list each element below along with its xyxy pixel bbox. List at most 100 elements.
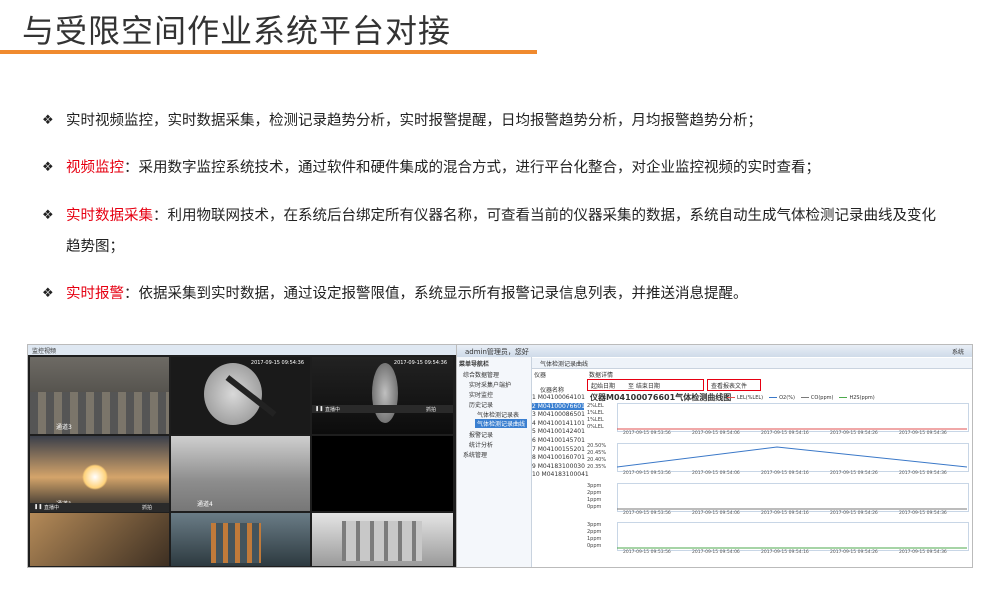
end-date-input[interactable]: 至 结束日期 <box>628 381 660 390</box>
query-button-box[interactable]: 查看报表文件 <box>707 379 761 391</box>
y-tick-label: 2%LEL <box>587 403 604 409</box>
y-tick-label: 0%LEL <box>587 424 604 430</box>
video-controls-left[interactable]: ❚❚ 直播中 抓拍 <box>30 503 169 512</box>
video-controls-right[interactable]: ❚❚ 直播中 抓拍 <box>312 405 453 413</box>
date-filter-box[interactable]: 起始日期 至 结束日期 <box>587 379 704 391</box>
query-button[interactable]: 查看报表文件 <box>711 381 747 390</box>
x-tick-label: 2017-09-15 09:54:26 <box>830 550 878 555</box>
system-menu[interactable]: 系统 <box>952 347 964 356</box>
legend-entry: O2(%) <box>769 395 795 401</box>
tree-item[interactable]: 实时监控 <box>469 390 493 399</box>
x-tick-label: 2017-09-15 09:54:36 <box>899 550 947 555</box>
tree-item[interactable]: 系统管理 <box>463 450 487 459</box>
x-tick-label: 2017-09-15 09:54:26 <box>830 511 878 516</box>
y-tick-label: 3ppm <box>587 522 602 528</box>
x-tick-label: 2017-09-15 09:53:56 <box>623 471 671 476</box>
legend-entry: LEL(%LEL) <box>727 395 763 401</box>
tab-gas-curve[interactable]: 气体检测记录曲线 <box>540 359 588 368</box>
device-row[interactable]: 5 M04100142401 <box>532 428 585 435</box>
camera-cell[interactable] <box>171 513 310 566</box>
camera-cell[interactable]: 2017-09-15 09:54:36 <box>312 357 453 434</box>
device-list: 仪器名称 1 M04100064101 2 M04100076601 3 M0410… <box>532 385 589 580</box>
tree-item[interactable]: 综合数据管理 <box>463 370 499 379</box>
y-tick-label: 20.50% <box>587 443 607 449</box>
snapshot-button[interactable]: 抓拍 <box>142 504 152 511</box>
camera-cell[interactable]: 通道1 <box>30 436 169 511</box>
series-path <box>617 446 967 468</box>
camera-cell[interactable]: 通道4 <box>171 436 310 511</box>
tree-item-selected[interactable]: 气体检测记录曲线 <box>475 419 528 428</box>
software-screenshot: admin管理员，您好 系统 菜单导航栏 综合数据管理 实时采集户端护 实时监控… <box>456 344 973 568</box>
sensor-series-line <box>617 428 967 430</box>
slide-title: 与受限空间作业系统平台对接 <box>22 12 452 50</box>
camera-cell[interactable]: 通道3 <box>30 357 169 434</box>
y-tick-label: 2ppm <box>587 529 602 535</box>
user-greeting: admin管理员，您好 <box>465 348 529 356</box>
x-tick-label: 2017-09-15 09:53:56 <box>623 550 671 555</box>
x-tick-label: 2017-09-15 09:54:06 <box>692 511 740 516</box>
snapshot-button[interactable]: 抓拍 <box>426 406 436 413</box>
diamond-bullet-icon: ❖ <box>42 113 54 128</box>
x-tick-label: 2017-09-15 09:54:36 <box>899 471 947 476</box>
y-tick-label: 0ppm <box>587 504 602 510</box>
y-tick-label: 3ppm <box>587 483 602 489</box>
x-tick-label: 2017-09-15 09:54:36 <box>899 431 947 436</box>
y-tick-label: 0ppm <box>587 543 602 549</box>
camera-label: 通道4 <box>197 501 213 508</box>
play-pause-icon[interactable]: ❚❚ <box>315 406 323 412</box>
device-row[interactable]: 1 M04100064101 <box>532 394 585 401</box>
y-tick-label: 20.35% <box>587 464 607 470</box>
legend-entry: H2S(ppm) <box>839 395 875 401</box>
x-tick-label: 2017-09-15 09:54:06 <box>692 550 740 555</box>
camera-cell[interactable] <box>30 513 169 566</box>
sensor-series-line <box>617 446 967 468</box>
x-tick-label: 2017-09-15 09:54:36 <box>899 511 947 516</box>
tree-item[interactable]: 气体检测记录表 <box>477 410 519 419</box>
play-pause-icon[interactable]: ❚❚ <box>34 504 42 510</box>
tree-item[interactable]: 报警记录 <box>469 430 493 439</box>
y-tick-label: 20.45% <box>587 450 607 456</box>
device-row[interactable]: 9 M04183100030 <box>532 463 585 470</box>
bullet-lead: 视频监控 <box>66 160 124 176</box>
title-underline <box>0 50 537 54</box>
x-tick-label: 2017-09-15 09:54:26 <box>830 431 878 436</box>
device-row[interactable]: 2 M04100076601 <box>532 402 585 410</box>
col-device-name: 仪器名称 <box>540 387 565 394</box>
x-tick-label: 2017-09-15 09:53:56 <box>623 431 671 436</box>
device-row[interactable]: 7 M04100155201 <box>532 446 585 453</box>
chart-legend: LEL(%LEL) O2(%) CO(ppm) H2S(ppm) <box>727 394 881 401</box>
bullet-text: ：采用数字监控系统技术，通过软件和硬件集成的混合方式，进行平台化整合，对企业监控… <box>124 160 820 176</box>
gas-chart-area: 起始日期 至 结束日期 查看报表文件 仪器M04100076601气体检测曲线图… <box>587 379 972 567</box>
sensor-series-line <box>617 508 967 510</box>
diamond-bullet-icon: ❖ <box>42 160 54 175</box>
device-row[interactable]: 3 M04100086501 <box>532 411 585 418</box>
nav-tree: 菜单导航栏 综合数据管理 实时采集户端护 实时监控 历史记录 气体检测记录表 气… <box>457 357 532 567</box>
camera-cell[interactable] <box>312 436 453 511</box>
x-tick-label: 2017-09-15 09:54:26 <box>830 471 878 476</box>
camera-timestamp: 2017-09-15 09:54:36 <box>250 360 304 366</box>
tree-item[interactable]: 统计分析 <box>469 440 493 449</box>
video-monitor-screenshot: 监控视频 通道3 2017-09-15 09:54:36 2017-09-15 … <box>27 344 457 568</box>
bullet-text: ：依据采集到实时数据，通过设定报警限值，系统显示所有报警记录信息列表，并推送消息… <box>124 286 748 302</box>
device-row[interactable]: 4 M04100141101 <box>532 420 585 427</box>
live-status: 直播中 <box>325 407 341 413</box>
device-panel-title: 仪器 <box>534 372 547 379</box>
x-tick-label: 2017-09-15 09:54:06 <box>692 471 740 476</box>
y-tick-label: 20.40% <box>587 457 607 463</box>
bullet-text-cont: 趋势图； <box>66 239 124 255</box>
y-tick-label: 2ppm <box>587 490 602 496</box>
y-tick-label: 1%LEL <box>587 417 604 423</box>
x-tick-label: 2017-09-15 09:54:06 <box>692 431 740 436</box>
bullet-lead: 实时报警 <box>66 286 124 302</box>
device-row[interactable]: 6 M04100145701 <box>532 437 585 444</box>
chart-title: 仪器M04100076601气体检测曲线图 <box>590 393 732 402</box>
device-row[interactable]: 10 M04183100041 <box>532 471 589 478</box>
tree-item[interactable]: 历史记录 <box>469 400 493 409</box>
video-tab[interactable]: 监控视频 <box>32 346 56 355</box>
camera-cell[interactable]: 2017-09-15 09:54:36 <box>171 357 310 434</box>
start-date-input[interactable]: 起始日期 <box>591 381 615 390</box>
tree-item[interactable]: 实时采集户端护 <box>469 380 511 389</box>
camera-cell[interactable] <box>312 513 453 566</box>
y-tick-label: 1ppm <box>587 497 602 503</box>
device-row[interactable]: 8 M04100160701 <box>532 454 585 461</box>
